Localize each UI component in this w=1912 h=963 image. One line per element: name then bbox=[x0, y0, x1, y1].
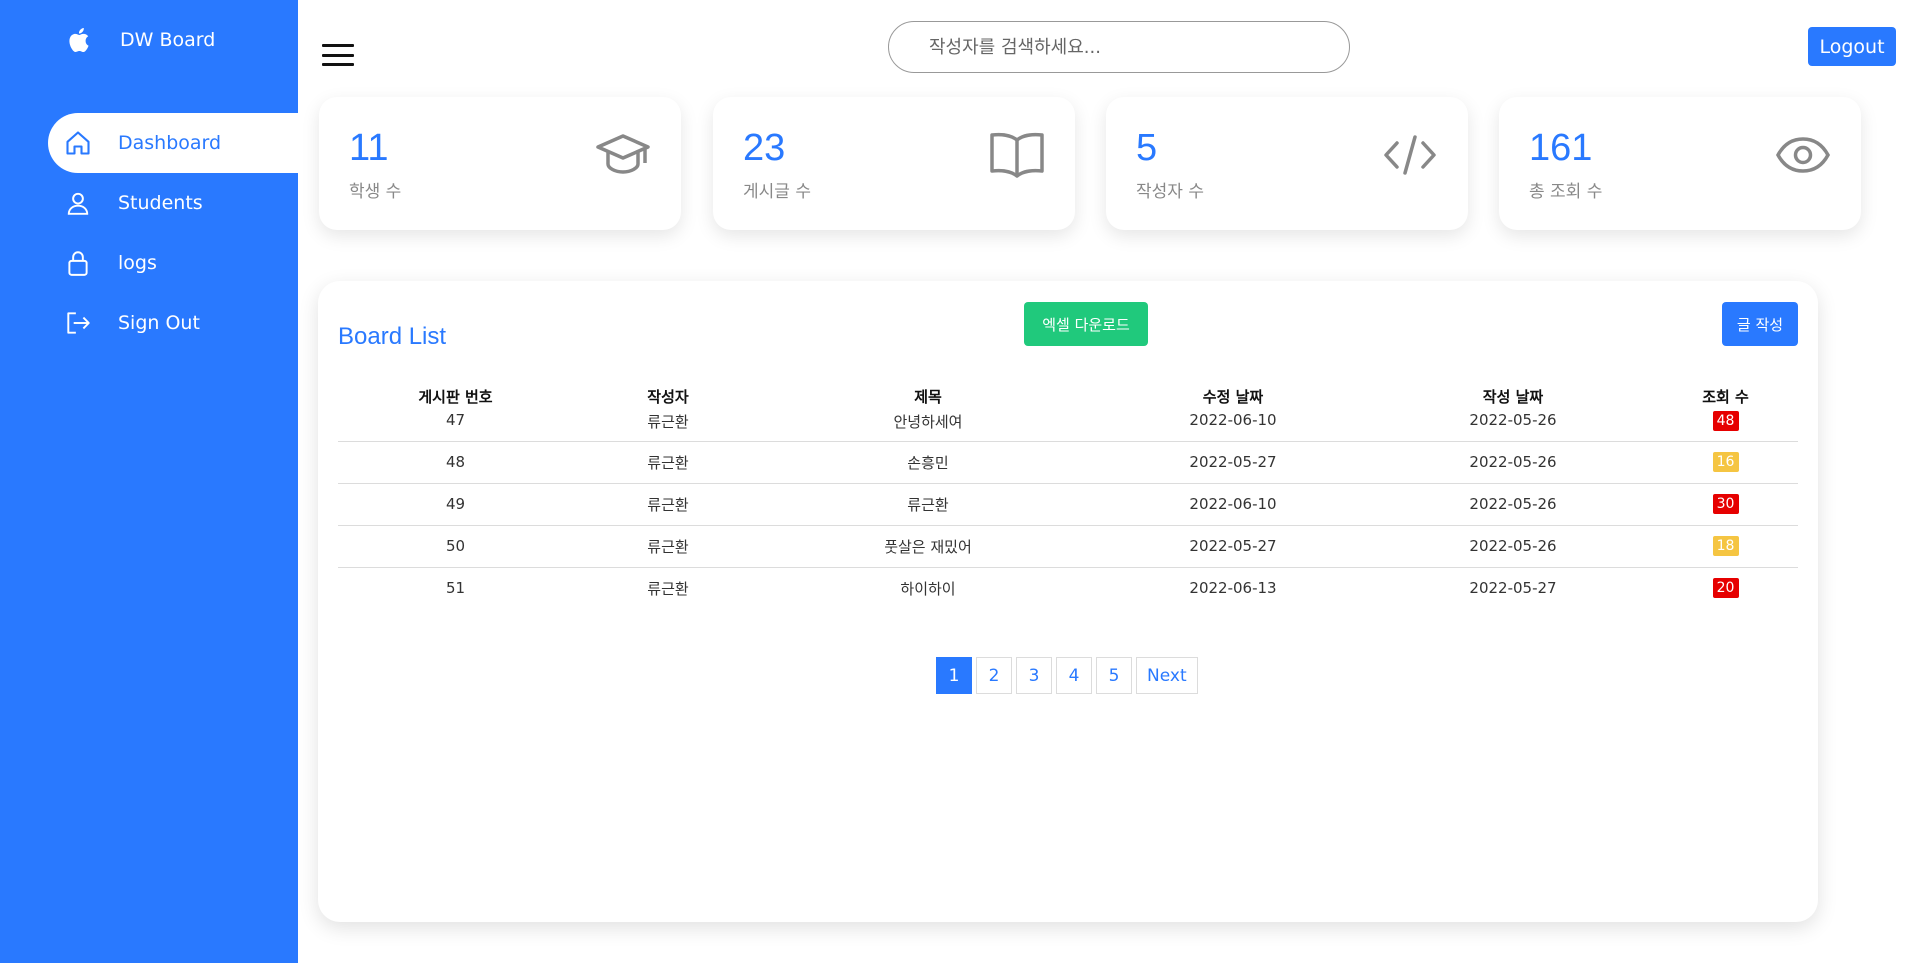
menu-bar bbox=[322, 53, 354, 57]
stat-caption: 총 조회 수 bbox=[1529, 182, 1603, 202]
views-badge: 48 bbox=[1712, 411, 1739, 431]
column-header: 작성 날짜 bbox=[1482, 388, 1544, 406]
write-post-button[interactable]: 글 작성 bbox=[1722, 302, 1798, 346]
cell-updated: 2022-06-10 bbox=[1093, 409, 1373, 442]
stat-card-views: 161 총 조회 수 bbox=[1499, 97, 1861, 230]
cell-views: 16 bbox=[1653, 441, 1798, 484]
sidebar-item-label: Dashboard bbox=[118, 132, 222, 154]
cell-updated: 2022-05-27 bbox=[1093, 441, 1373, 484]
table-row[interactable]: 49 류근환 류근환 2022-06-10 2022-05-26 30 bbox=[338, 483, 1798, 526]
table-row[interactable]: 51 류근환 하이하이 2022-06-13 2022-05-27 20 bbox=[338, 567, 1798, 609]
user-icon bbox=[63, 188, 93, 218]
menu-toggle-icon[interactable] bbox=[322, 44, 354, 66]
sidebar-item-logs[interactable]: logs bbox=[48, 233, 298, 293]
board-title: Board List bbox=[338, 323, 447, 350]
code-icon bbox=[1382, 127, 1438, 183]
menu-bar bbox=[322, 44, 354, 47]
menu-bar bbox=[322, 63, 354, 66]
cell-author: 류근환 bbox=[573, 409, 763, 442]
cell-views: 20 bbox=[1653, 567, 1798, 609]
page-button-1[interactable]: 1 bbox=[936, 657, 972, 694]
stat-caption: 작성자 수 bbox=[1136, 182, 1204, 202]
brand[interactable]: DW Board bbox=[64, 26, 215, 54]
stat-value: 5 bbox=[1136, 127, 1158, 169]
sidebar-item-students[interactable]: Students bbox=[48, 173, 298, 233]
cell-author: 류근환 bbox=[573, 483, 763, 526]
stat-value: 23 bbox=[743, 127, 786, 169]
search-input[interactable] bbox=[888, 21, 1350, 73]
table-header-row: 게시판 번호 작성자 제목 수정 날짜 작성 날짜 조회 수 bbox=[338, 379, 1798, 409]
apple-logo-icon bbox=[64, 26, 92, 54]
page-button-4[interactable]: 4 bbox=[1056, 657, 1092, 694]
table-row[interactable]: 50 류근환 풋살은 재밌어 2022-05-27 2022-05-26 18 bbox=[338, 525, 1798, 568]
cell-id: 48 bbox=[338, 441, 573, 484]
views-badge: 16 bbox=[1712, 452, 1739, 472]
cell-created: 2022-05-26 bbox=[1373, 483, 1653, 526]
column-header: 게시판 번호 bbox=[418, 388, 493, 406]
pagination: 1 2 3 4 5 Next bbox=[936, 657, 1202, 694]
logout-button[interactable]: Logout bbox=[1808, 27, 1896, 66]
cell-updated: 2022-06-13 bbox=[1189, 579, 1277, 598]
brand-name: DW Board bbox=[120, 29, 216, 51]
cell-id: 49 bbox=[338, 483, 573, 526]
views-badge: 20 bbox=[1712, 578, 1739, 599]
cell-updated: 2022-05-27 bbox=[1093, 525, 1373, 568]
cell-views: 48 bbox=[1653, 409, 1798, 442]
cell-created: 2022-05-26 bbox=[1373, 409, 1653, 442]
table-row[interactable]: 48 류근환 손흥민 2022-05-27 2022-05-26 16 bbox=[338, 441, 1798, 484]
board-panel: Board List 엑셀 다운로드 글 작성 게시판 번호 작성자 제목 수정… bbox=[318, 281, 1818, 922]
cell-title[interactable]: 풋살은 재밌어 bbox=[763, 525, 1093, 568]
views-badge: 18 bbox=[1712, 536, 1739, 556]
cell-title[interactable]: 안녕하세여 bbox=[763, 409, 1093, 442]
page-button-3[interactable]: 3 bbox=[1016, 657, 1052, 694]
sign-out-icon bbox=[63, 308, 93, 338]
cell-created: 2022-05-27 bbox=[1469, 579, 1557, 598]
table-row[interactable]: 47 류근환 안녕하세여 2022-06-10 2022-05-26 48 bbox=[338, 409, 1798, 442]
stat-card-students: 11 학생 수 bbox=[319, 97, 681, 230]
sidebar-item-label: Students bbox=[118, 192, 203, 214]
cell-updated: 2022-06-10 bbox=[1093, 483, 1373, 526]
cell-title[interactable]: 류근환 bbox=[763, 483, 1093, 526]
cell-author: 류근환 bbox=[573, 525, 763, 568]
lock-icon bbox=[63, 248, 93, 278]
stat-value: 161 bbox=[1529, 127, 1593, 169]
cell-views: 30 bbox=[1653, 483, 1798, 526]
board-table: 게시판 번호 작성자 제목 수정 날짜 작성 날짜 조회 수 47 류근환 안녕… bbox=[338, 379, 1798, 609]
cell-author: 류근환 bbox=[573, 441, 763, 484]
cell-id: 51 bbox=[445, 579, 466, 598]
sidebar-item-label: logs bbox=[118, 252, 157, 274]
cell-title[interactable]: 하이하이 bbox=[763, 567, 1093, 609]
stat-caption: 게시글 수 bbox=[743, 182, 811, 202]
graduation-cap-icon bbox=[595, 127, 651, 183]
cell-views: 18 bbox=[1653, 525, 1798, 568]
column-header: 조회 수 bbox=[1702, 388, 1749, 406]
sidebar-item-sign-out[interactable]: Sign Out bbox=[48, 293, 298, 353]
sidebar-item-label: Sign Out bbox=[118, 312, 200, 334]
views-badge: 30 bbox=[1712, 494, 1739, 514]
book-icon bbox=[989, 127, 1045, 183]
sidebar-item-dashboard[interactable]: Dashboard bbox=[48, 113, 298, 173]
cell-id: 47 bbox=[338, 409, 573, 442]
stat-value: 11 bbox=[349, 127, 389, 169]
page-button-5[interactable]: 5 bbox=[1096, 657, 1132, 694]
column-header: 제목 bbox=[914, 388, 942, 406]
cell-created: 2022-05-26 bbox=[1373, 441, 1653, 484]
column-header: 작성자 bbox=[647, 388, 689, 406]
cell-id: 50 bbox=[338, 525, 573, 568]
sidebar-nav: Dashboard Students logs Sign Out bbox=[48, 113, 298, 353]
cell-title[interactable]: 손흥민 bbox=[763, 441, 1093, 484]
next-page-button[interactable]: Next bbox=[1136, 657, 1198, 694]
page-button-2[interactable]: 2 bbox=[976, 657, 1012, 694]
stat-card-authors: 5 작성자 수 bbox=[1106, 97, 1468, 230]
cell-created: 2022-05-26 bbox=[1373, 525, 1653, 568]
stat-caption: 학생 수 bbox=[349, 182, 402, 202]
sidebar: DW Board Dashboard Students logs Sign Ou… bbox=[0, 0, 298, 963]
stat-card-posts: 23 게시글 수 bbox=[713, 97, 1075, 230]
column-header: 수정 날짜 bbox=[1202, 388, 1264, 406]
excel-download-button[interactable]: 엑셀 다운로드 bbox=[1024, 302, 1148, 346]
home-icon bbox=[63, 128, 93, 158]
eye-icon bbox=[1775, 127, 1831, 183]
cell-author: 류근환 bbox=[647, 579, 689, 598]
